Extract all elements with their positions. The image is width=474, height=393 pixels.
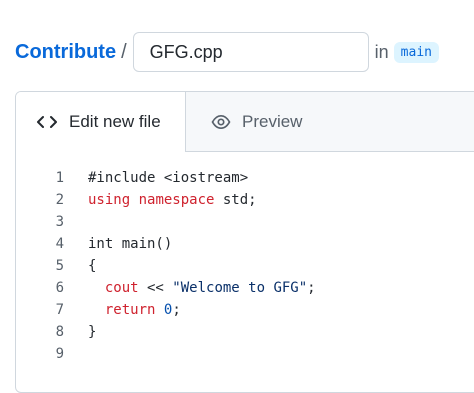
code-line: 6 cout << "Welcome to GFG"; bbox=[16, 277, 316, 299]
tab-preview[interactable]: Preview bbox=[186, 92, 302, 152]
line-content bbox=[64, 343, 88, 365]
indent-token bbox=[88, 280, 105, 296]
plain-token: ; bbox=[172, 302, 181, 318]
keyword-token: cout bbox=[104, 280, 139, 296]
line-number: 6 bbox=[55, 280, 64, 296]
eye-icon bbox=[211, 114, 231, 130]
line-content bbox=[64, 211, 88, 233]
file-editor: Edit new file Preview 1 #include <iostre… bbox=[15, 91, 474, 393]
code-icon bbox=[36, 114, 58, 130]
line-content: using namespace std; bbox=[64, 189, 257, 211]
editor-tabs: Edit new file Preview bbox=[16, 92, 474, 152]
code-line: 4 int main() bbox=[16, 233, 316, 255]
line-content: #include <iostream> bbox=[88, 170, 249, 186]
operator-token: << bbox=[138, 280, 173, 296]
in-label: in bbox=[374, 41, 389, 62]
code-editor[interactable]: 1 #include <iostream> 2 using namespace … bbox=[16, 167, 316, 365]
line-number: 2 bbox=[55, 192, 64, 208]
breadcrumb: Contribute / in main bbox=[15, 32, 439, 72]
line-number: 3 bbox=[55, 214, 64, 230]
keyword-token: using bbox=[88, 192, 131, 208]
filename-input[interactable] bbox=[132, 32, 369, 72]
tab-edit-label: Edit new file bbox=[69, 112, 161, 131]
code-line: 7 return 0; bbox=[16, 299, 316, 321]
line-content: { bbox=[88, 258, 97, 274]
line-number: 8 bbox=[55, 324, 64, 340]
line-content: return 0; bbox=[64, 299, 181, 321]
code-line: 5 { bbox=[16, 255, 316, 277]
branch-badge: main bbox=[393, 41, 439, 63]
tab-edit-new-file[interactable]: Edit new file bbox=[16, 92, 186, 152]
line-content: } bbox=[88, 324, 97, 340]
code-line: 8 } bbox=[16, 321, 316, 343]
code-line: 9 bbox=[16, 343, 316, 365]
line-content: int main() bbox=[88, 236, 173, 252]
line-number: 5 bbox=[55, 258, 64, 274]
tab-preview-label: Preview bbox=[242, 112, 303, 131]
code-line: 3 bbox=[16, 211, 316, 233]
line-number: 4 bbox=[55, 236, 64, 252]
line-number: 1 bbox=[55, 170, 64, 186]
plain-token: ; bbox=[307, 280, 316, 296]
indent-token bbox=[88, 302, 105, 318]
repo-link[interactable]: Contribute bbox=[15, 41, 116, 64]
line-number: 9 bbox=[55, 346, 64, 362]
line-number: 7 bbox=[55, 302, 64, 318]
keyword-token: namespace bbox=[138, 192, 215, 208]
string-token: "Welcome to GFG" bbox=[172, 280, 308, 296]
keyword-token: return bbox=[104, 302, 156, 318]
code-line: 2 using namespace std; bbox=[16, 189, 316, 211]
line-content: cout << "Welcome to GFG"; bbox=[64, 277, 316, 299]
plain-token: std; bbox=[214, 192, 257, 208]
path-separator: / bbox=[121, 40, 127, 63]
code-line: 1 #include <iostream> bbox=[16, 167, 316, 189]
